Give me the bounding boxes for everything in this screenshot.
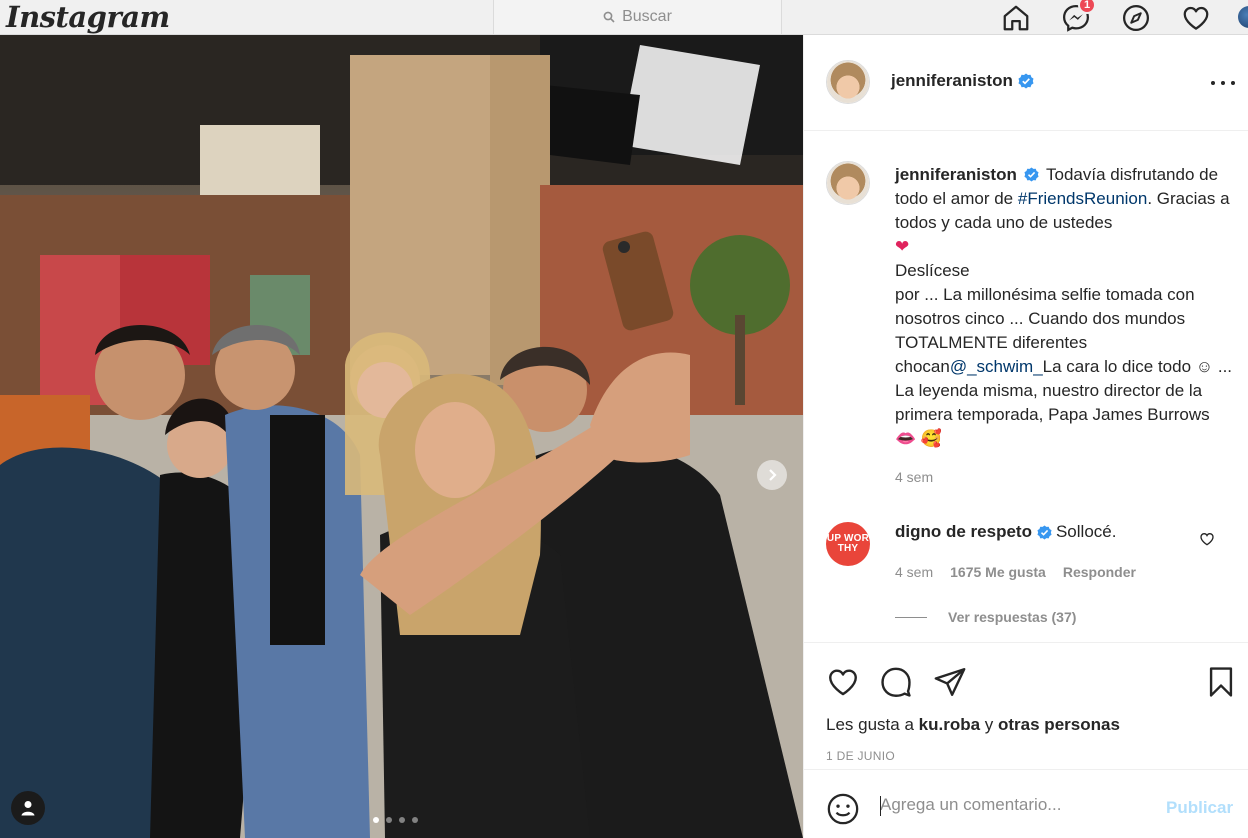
top-navbar: Instagram Buscar 1	[0, 0, 1248, 35]
likes-summary: Les gusta a ku.roba y otras personas	[826, 715, 1120, 734]
verified-badge-icon	[1037, 524, 1052, 540]
comment-text: digno de respeto Sollocé.	[895, 522, 1116, 542]
liker-username[interactable]: ku.roba	[919, 715, 980, 734]
instagram-logo[interactable]: Instagram	[6, 0, 170, 34]
verified-badge-icon	[1018, 73, 1034, 89]
search-placeholder: Buscar	[622, 8, 672, 25]
activity-heart-icon[interactable]	[1178, 0, 1214, 35]
commenter-username[interactable]: digno de respeto	[895, 522, 1032, 542]
comment-body: Sollocé.	[1055, 522, 1117, 541]
post-date[interactable]: 1 DE JUNIO	[826, 749, 895, 763]
comment-time[interactable]: 4 sem	[895, 564, 933, 580]
verified-badge-icon	[1024, 167, 1039, 182]
carousel-dot	[373, 817, 379, 823]
comment-likes[interactable]: 1675 Me gusta	[950, 564, 1046, 580]
carousel-dot	[386, 817, 392, 823]
add-comment-bar: Publicar	[804, 769, 1248, 838]
post-photo[interactable]	[0, 35, 803, 838]
comment-bubble-icon[interactable]	[879, 665, 913, 699]
messages-badge: 1	[1078, 0, 1096, 14]
commenter-avatar[interactable]: UP WOR THY	[826, 522, 870, 566]
caption-author-avatar[interactable]	[826, 161, 870, 205]
replies-divider	[895, 616, 927, 618]
share-paper-plane-icon[interactable]	[933, 665, 967, 699]
hashtag-link[interactable]: #FriendsReunion	[1018, 189, 1147, 208]
reply-button[interactable]: Responder	[1063, 564, 1136, 580]
carousel-indicators	[373, 817, 425, 823]
post-details-panel: jenniferaniston jenniferaniston Todavía …	[803, 35, 1248, 838]
save-bookmark-icon[interactable]	[1204, 665, 1238, 699]
like-comment-heart-icon[interactable]	[1199, 531, 1215, 547]
mention-link[interactable]: @_schwim_	[950, 357, 1043, 376]
lips-emoji-icon: 👄	[895, 429, 917, 448]
chevron-right-icon	[769, 469, 777, 481]
post-actions: Les gusta a ku.roba y otras personas 1 D…	[804, 642, 1248, 769]
caption-username[interactable]: jenniferaniston	[895, 165, 1017, 184]
comment-meta: 4 sem 1675 Me gusta Responder	[895, 564, 1153, 580]
carousel-dot	[399, 817, 405, 823]
user-icon	[21, 801, 35, 816]
add-comment-input[interactable]	[880, 790, 1150, 820]
more-options-button[interactable]	[1211, 73, 1235, 93]
publish-button[interactable]: Publicar	[1166, 798, 1233, 818]
profile-avatar[interactable]	[1238, 6, 1248, 28]
like-heart-icon[interactable]	[826, 665, 860, 699]
caption-text: jenniferaniston Todavía disfrutando de t…	[895, 165, 1233, 448]
author-username[interactable]: jenniferaniston	[891, 71, 1034, 91]
post-header: jenniferaniston	[804, 35, 1248, 131]
search-box[interactable]: Buscar	[493, 0, 782, 35]
view-replies-button[interactable]: Ver respuestas (37)	[895, 609, 1076, 625]
explore-icon[interactable]	[1118, 0, 1154, 35]
next-photo-button[interactable]	[757, 460, 787, 490]
messenger-icon[interactable]: 1	[1058, 0, 1096, 35]
smiling-hearts-emoji-icon: 🥰	[920, 429, 943, 448]
carousel-dot	[412, 817, 418, 823]
other-likers-link[interactable]: otras personas	[998, 715, 1120, 734]
caption-timestamp[interactable]: 4 sem	[895, 469, 933, 485]
search-icon	[603, 11, 615, 23]
author-avatar[interactable]	[826, 60, 870, 104]
selfie-photo-image	[0, 35, 803, 838]
home-icon[interactable]	[998, 0, 1034, 35]
red-heart-emoji-icon: ❤	[895, 237, 910, 256]
text-caret	[880, 796, 881, 816]
emoji-smiley-icon[interactable]	[826, 792, 860, 826]
tagged-users-button[interactable]	[11, 791, 45, 825]
